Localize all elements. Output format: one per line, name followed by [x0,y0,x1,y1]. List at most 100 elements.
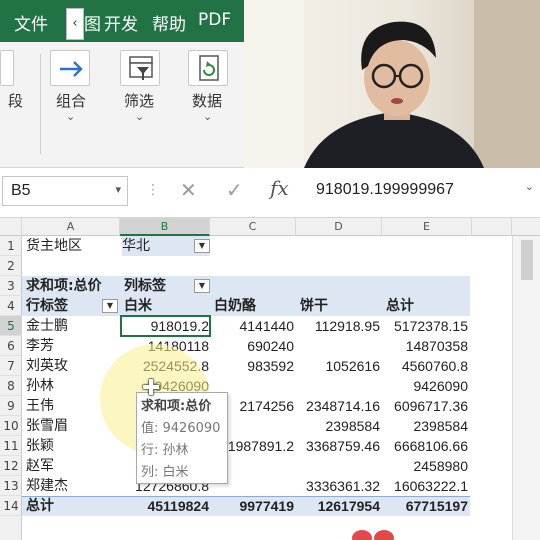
filter-dropdown-icon[interactable]: ▼ [194,279,210,293]
presenter-video-image [244,0,540,168]
row-header[interactable]: 9 [0,396,22,416]
pivot-total-cell[interactable]: 14870358 [382,336,468,356]
pivot-total-cell[interactable]: 6096717.36 [382,396,468,416]
pivot-total-cell[interactable]: 2398584 [382,416,468,436]
pivot-value-cell[interactable]: 1052616 [296,356,380,376]
pivot-col-header[interactable]: 白奶酪 [214,296,256,316]
pivot-value-cell[interactable] [296,376,380,396]
column-header-e[interactable]: E [382,218,472,236]
column-header-a[interactable]: A [22,218,120,236]
expand-formula-bar-icon[interactable]: ⌄ [525,180,534,193]
tooltip-col: 列: 白米 [141,465,189,480]
chevron-down-icon[interactable]: ⌄ [66,110,75,123]
pivot-row-name[interactable]: 金士鹏 [26,316,68,336]
data-label: 数据 [192,92,223,110]
insert-function-icon[interactable]: fx [270,176,289,200]
row-header[interactable]: 4 [0,296,22,316]
pivot-value-cell[interactable] [296,336,380,356]
ribbon-separator [40,54,41,154]
pivot-value-cell[interactable] [296,456,380,476]
pivot-total-cell[interactable]: 5172378.15 [382,316,468,336]
chevron-down-icon[interactable]: ⌄ [135,110,144,123]
pivot-grand-total-cell[interactable]: 45119824 [120,496,209,516]
pivot-total-cell[interactable]: 4560760.8 [382,356,468,376]
menu-help[interactable]: 帮助 [152,10,186,35]
vertical-scrollbar[interactable] [512,236,540,540]
column-headers: A B C D E [0,218,540,236]
menu-view-partial[interactable]: 图 [84,10,101,35]
row-header[interactable]: 13 [0,476,22,496]
pivot-row-name[interactable]: 王伟 [26,396,54,416]
pivot-value-cell[interactable]: 3336361.32 [296,476,380,496]
chevron-down-icon[interactable]: ▾ [115,183,121,196]
pivot-row-name[interactable]: 张颖 [26,436,54,456]
formula-input[interactable]: 918019.199999967 [308,176,540,206]
pivot-value-cell[interactable]: 112918.95 [296,316,380,336]
filter-dropdown-icon[interactable]: ▼ [102,299,118,313]
data-refresh-button[interactable] [188,50,228,86]
active-cell-border [120,315,211,337]
column-header-c[interactable]: C [210,218,296,236]
row-header[interactable]: 3 [0,276,22,296]
pivot-total-cell[interactable]: 6668106.66 [382,436,468,456]
row-header[interactable]: 10 [0,416,22,436]
pivot-value-cell[interactable]: 4141440 [210,316,294,336]
row-header[interactable]: 11 [0,436,22,456]
pivot-total-cell[interactable]: 16063222.1 [382,476,468,496]
row-header[interactable]: 12 [0,456,22,476]
pivot-row-label[interactable]: 行标签 [26,296,68,316]
pivot-row-name[interactable]: 郑建杰 [26,476,68,496]
cancel-edit-icon[interactable]: ✕ [180,178,197,202]
row-header[interactable]: 1 [0,236,22,256]
pivot-value-cell[interactable]: 690240 [210,336,294,356]
partial-tool-button[interactable] [0,50,14,86]
pivot-grand-total-label[interactable]: 总计 [26,496,54,516]
menu-scroll-left-button[interactable]: ‹ [66,8,84,40]
menu-developer[interactable]: 开发 [104,10,138,35]
column-header-d[interactable]: D [296,218,382,236]
pivot-row-name[interactable]: 孙林 [26,376,54,396]
name-box-value: B5 [11,182,31,199]
name-box[interactable]: B5 ▾ [2,176,128,206]
pivot-sum-label[interactable]: 求和项:总价 [26,276,102,296]
row-header[interactable]: 14 [0,496,22,516]
pivot-row-name[interactable]: 刘英玫 [26,356,68,376]
row-header[interactable]: 2 [0,256,22,276]
pivot-col-header[interactable]: 白米 [124,296,152,316]
pivot-row-name[interactable]: 赵军 [26,456,54,476]
filter-label: 筛选 [124,92,155,110]
column-header-f[interactable] [472,218,512,236]
scrollbar-thumb[interactable] [521,240,533,280]
pivot-row-name[interactable]: 李芳 [26,336,54,356]
pivot-filter-label[interactable]: 货主地区 [26,236,82,256]
row-header[interactable]: 5 [0,316,22,336]
pivot-value-cell[interactable]: 2348714.16 [296,396,380,416]
pivot-col-header[interactable]: 总计 [386,296,414,316]
menu-pdf[interactable]: PDF [198,10,231,30]
pivot-grand-total-cell[interactable]: 9977419 [210,496,294,516]
pivot-filter-value-text: 华北 [122,238,150,254]
pivot-grand-total-cell[interactable]: 12617954 [296,496,380,516]
pivot-col-header[interactable]: 饼干 [300,296,328,316]
confirm-edit-icon[interactable]: ✓ [226,178,243,202]
chevron-down-icon[interactable]: ⌄ [203,110,212,123]
group-button[interactable] [50,50,90,86]
filter-dropdown-icon[interactable]: ▼ [194,239,210,253]
filter-button[interactable] [120,50,160,86]
pivot-row-name[interactable]: 张雪眉 [26,416,68,436]
column-header-b[interactable]: B [120,218,210,236]
pivot-value-cell[interactable]: 2398584 [296,416,380,436]
pivot-value-cell[interactable]: 983592 [210,356,294,376]
pivot-total-cell[interactable]: 9426090 [382,376,468,396]
pivot-column-label[interactable]: 列标签 [124,276,166,296]
row-header[interactable]: 6 [0,336,22,356]
formula-bar-grip-icon[interactable]: ⋮ [146,182,160,198]
pivot-value-cell[interactable]: 3368759.46 [296,436,380,456]
row-header[interactable]: 7 [0,356,22,376]
select-all-corner[interactable] [0,218,22,236]
row-header[interactable]: 8 [0,376,22,396]
pivot-total-cell[interactable]: 2458980 [382,456,468,476]
row-headers: 1 2 3 4 5 6 7 8 9 10 11 12 13 14 [0,236,22,540]
menu-file[interactable]: 文件 [14,10,48,35]
pivot-grand-total-cell[interactable]: 67715197 [382,496,468,516]
